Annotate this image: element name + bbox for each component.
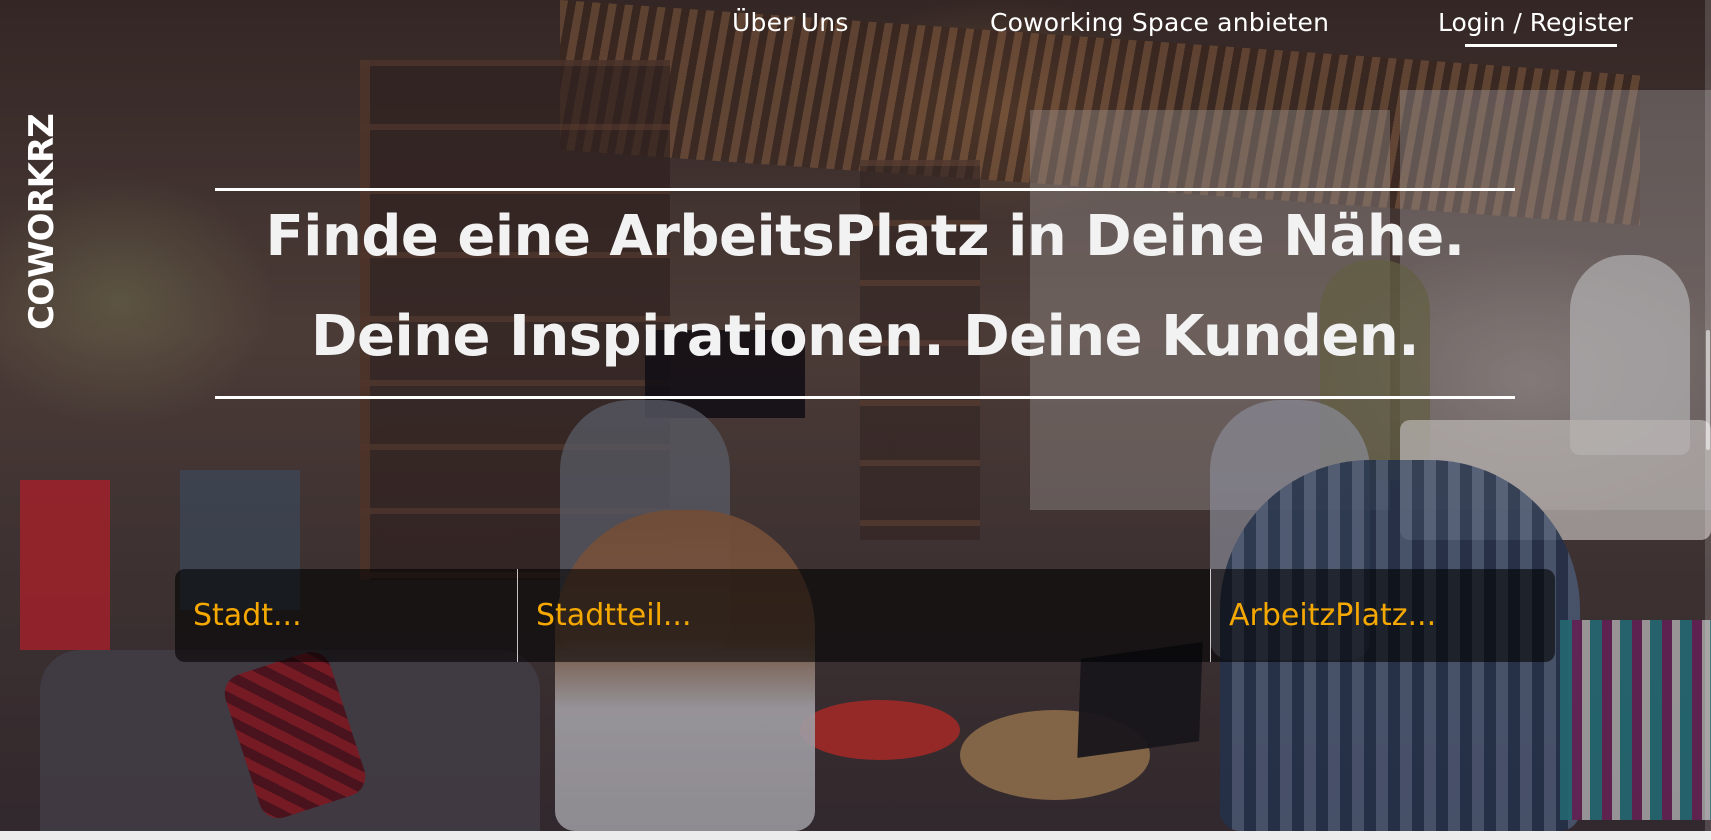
headline-line-2: Deine Inspirationen. Deine Kunden.: [310, 304, 1420, 369]
background-overlay: [0, 0, 1711, 831]
workspace-search-field[interactable]: ArbeitzPlatz...: [1211, 569, 1555, 662]
hero-section: Über Uns Coworking Space anbieten Login …: [0, 0, 1711, 831]
nav-about-link[interactable]: Über Uns: [732, 8, 849, 37]
nav-auth: Login / Register: [1438, 8, 1633, 37]
city-search-field[interactable]: Stadt...: [175, 569, 518, 662]
nav-login-link[interactable]: Login: [1438, 8, 1505, 37]
search-bar: Stadt... Stadtteil... ArbeitzPlatz...: [175, 569, 1555, 662]
headline-divider-top: [215, 188, 1515, 191]
district-search-field[interactable]: Stadtteil...: [518, 569, 1211, 662]
headline-divider-bottom: [215, 396, 1515, 399]
nav-register-link[interactable]: Register: [1530, 8, 1633, 37]
nav-offer-space-link[interactable]: Coworking Space anbieten: [990, 8, 1329, 37]
nav-separator: /: [1513, 8, 1522, 37]
nav-active-underline: [1465, 44, 1617, 47]
headline-line-1: Finde eine ArbeitsPlatz in Deine Nähe.: [265, 204, 1465, 269]
page-bottom-edge: [0, 831, 1711, 840]
scrollbar-thumb[interactable]: [1706, 330, 1710, 450]
logo[interactable]: COWORKRZ: [22, 114, 62, 330]
